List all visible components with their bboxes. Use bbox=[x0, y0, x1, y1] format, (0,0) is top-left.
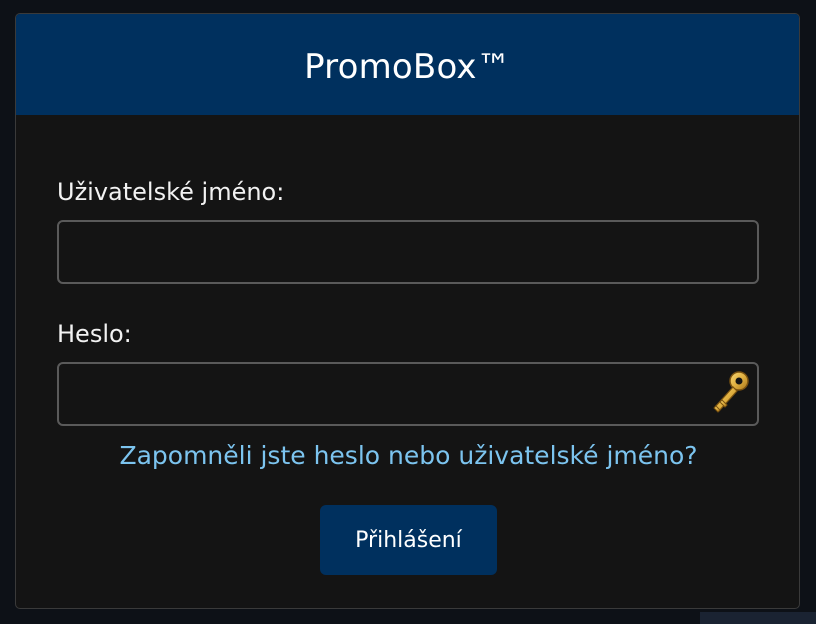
login-header: PromoBox™ bbox=[16, 14, 799, 115]
app-title: PromoBox™ bbox=[304, 46, 511, 87]
password-input[interactable] bbox=[57, 362, 759, 426]
username-label: Uživatelské jméno: bbox=[57, 178, 285, 206]
key-icon[interactable] bbox=[708, 369, 752, 417]
password-label: Heslo: bbox=[57, 320, 132, 348]
forgot-credentials-link[interactable]: Zapomněli jste heslo nebo uživatelské jm… bbox=[16, 441, 799, 470]
login-card: PromoBox™ Uživatelské jméno: Heslo: Zapo… bbox=[15, 13, 800, 609]
username-input[interactable] bbox=[57, 220, 759, 284]
login-button[interactable]: Přihlášení bbox=[320, 505, 497, 575]
background-strip bbox=[700, 612, 816, 624]
